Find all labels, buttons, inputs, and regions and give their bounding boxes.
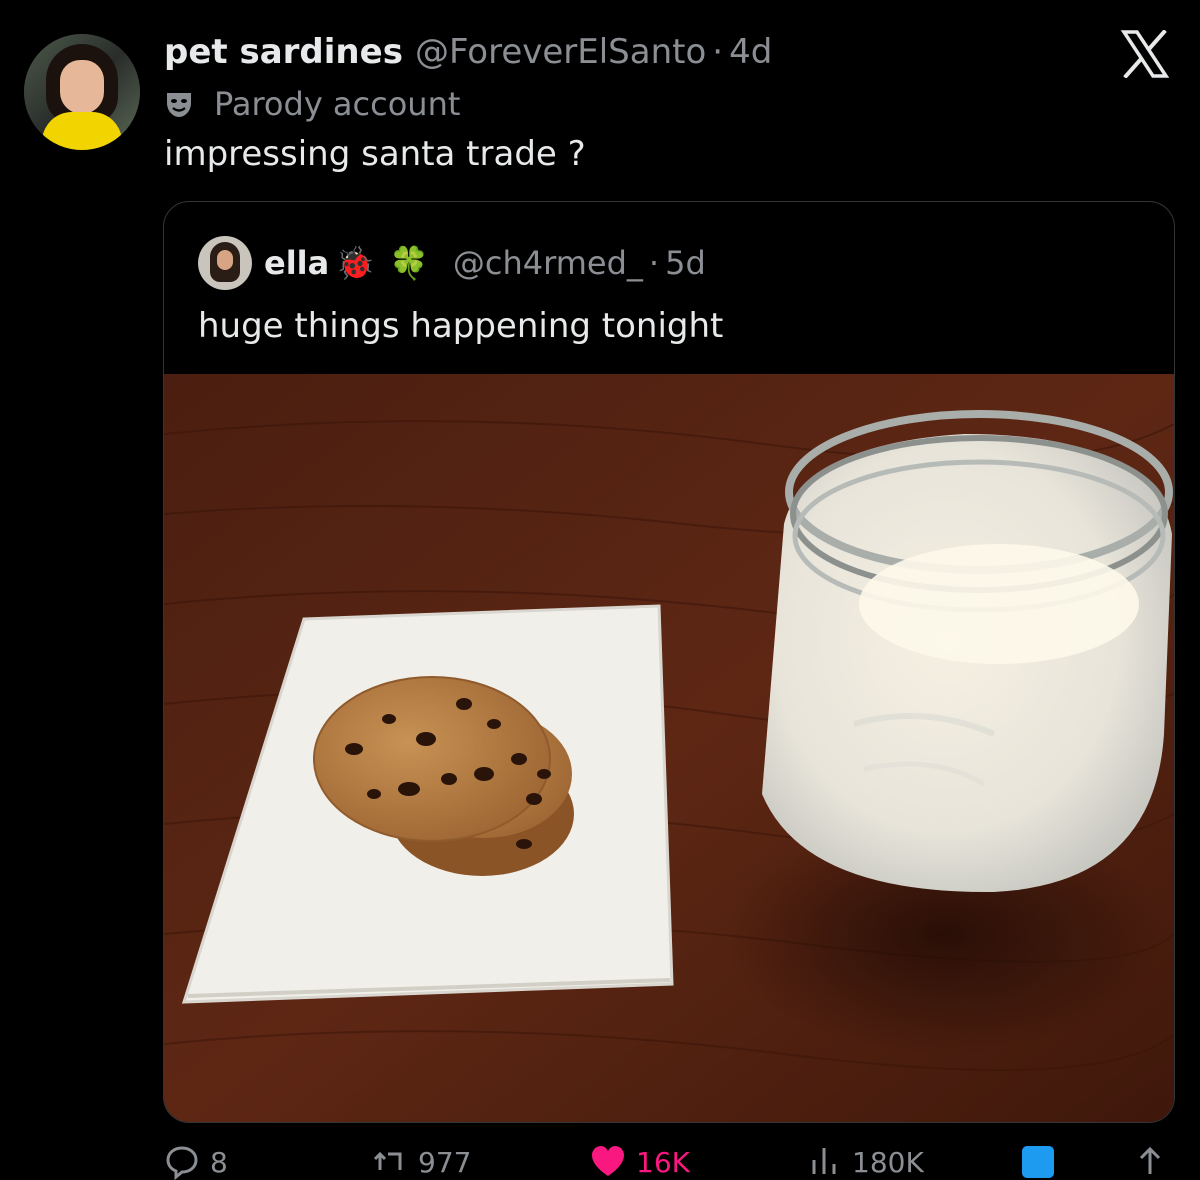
quoted-avatar-face bbox=[217, 250, 233, 270]
tweet-timestamp[interactable]: 4d bbox=[729, 32, 772, 72]
parody-mask-icon bbox=[167, 93, 191, 117]
repost-icon bbox=[373, 1151, 402, 1170]
like-count: 16K bbox=[636, 1145, 690, 1179]
tweet-text: impressing santa trade ? bbox=[164, 134, 586, 174]
ladybug-emoji-icon: 🐞 bbox=[335, 244, 376, 282]
reply-count: 8 bbox=[210, 1145, 228, 1179]
tweet-action-bar: 8 977 16K 180K bbox=[0, 1138, 1200, 1180]
author-handle[interactable]: @ForeverElSanto bbox=[415, 32, 706, 72]
repost-count: 977 bbox=[418, 1145, 472, 1179]
share-icon bbox=[1139, 1146, 1161, 1174]
reply-icon bbox=[166, 1146, 198, 1180]
author-avatar[interactable] bbox=[24, 34, 140, 150]
quoted-author-handle[interactable]: @ch4rmed_ bbox=[453, 244, 643, 282]
parody-badge: Parody account bbox=[164, 82, 460, 126]
views-count: 180K bbox=[852, 1145, 924, 1179]
quoted-author-avatar[interactable] bbox=[198, 236, 252, 290]
avatar-shirt bbox=[42, 112, 122, 150]
views-icon bbox=[812, 1148, 836, 1174]
repost-button[interactable]: 977 bbox=[372, 1144, 471, 1180]
quoted-tweet-photo[interactable] bbox=[164, 374, 1174, 1122]
quoted-header-separator: · bbox=[648, 244, 660, 282]
views-button[interactable]: 180K bbox=[806, 1144, 924, 1180]
parody-label: Parody account bbox=[214, 85, 461, 123]
share-button[interactable] bbox=[1132, 1144, 1178, 1180]
reply-button[interactable]: 8 bbox=[164, 1144, 228, 1180]
four-leaf-clover-emoji-icon: 🍀 bbox=[389, 244, 429, 282]
avatar-face bbox=[60, 60, 104, 114]
author-display-name[interactable]: pet sardines bbox=[164, 32, 403, 72]
header-separator: · bbox=[712, 32, 724, 72]
bookmark-button[interactable] bbox=[1020, 1144, 1066, 1180]
quoted-tweet-header: ella 🐞 🍀 @ch4rmed_ · 5d bbox=[264, 240, 706, 286]
tweet-header: pet sardines @ForeverElSanto · 4d bbox=[164, 28, 772, 76]
quoted-author-display-name[interactable]: ella bbox=[264, 244, 329, 282]
bookmark-icon bbox=[1022, 1146, 1054, 1178]
quoted-tweet-text: huge things happening tonight bbox=[198, 306, 724, 346]
milk-jar bbox=[762, 410, 1173, 893]
like-icon bbox=[592, 1146, 624, 1176]
x-logo-icon[interactable] bbox=[1120, 30, 1170, 78]
like-button[interactable]: 16K bbox=[590, 1144, 690, 1180]
quoted-tweet-timestamp[interactable]: 5d bbox=[665, 244, 706, 282]
quoted-tweet-card[interactable]: ella 🐞 🍀 @ch4rmed_ · 5d huge things happ… bbox=[163, 201, 1175, 1123]
